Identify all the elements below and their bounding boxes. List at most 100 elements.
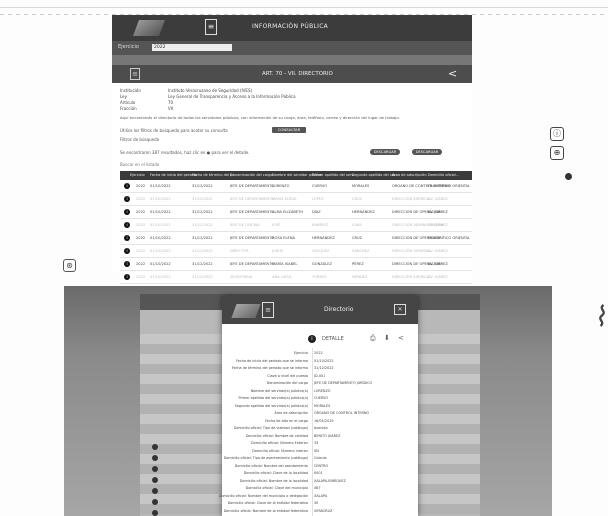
detail-key: Segundo apellido del servidor(a) público… <box>234 403 308 408</box>
row-detail-icon[interactable]: i <box>124 222 130 228</box>
table-row[interactable]: i 2022 01/10/2022 31/12/2022 SECRETARIA ANA L… <box>120 271 472 284</box>
table-cell: VÁZQUEZ <box>312 249 330 253</box>
table-cell: 31/12/2022 <box>192 249 213 253</box>
detail-key: Ejercicio <box>293 351 308 355</box>
row-detail-icon[interactable]: i <box>124 248 130 254</box>
year-select[interactable]: 2022 <box>152 44 232 51</box>
share-icon[interactable]: < <box>448 67 457 80</box>
table-cell: DÍAZ <box>312 210 321 214</box>
detail-value: JEFE DE DEPARTAMENTO JURÍDICO <box>314 381 373 385</box>
row-detail-icon[interactable]: i <box>124 274 130 280</box>
detail-row: Domicilio oficial: Nombre del municipio … <box>219 493 418 500</box>
detail-key: Nombre del servidor(a) público(a) <box>250 388 308 393</box>
detail-row: Domicilio oficial: Clave de la entidad f… <box>222 500 418 507</box>
table-cell: 2022 <box>136 249 146 253</box>
meta-value: Instituto Veracruzano de Seguridad (IVES… <box>168 88 253 93</box>
table-cell: 01/10/2022 <box>150 223 171 227</box>
accessibility-button[interactable]: ⊛ <box>63 259 76 272</box>
table-cell: JEFE DE DEPARTAMENTO <box>230 210 275 214</box>
detail-key: Primer apellido del servidor(a) público(… <box>238 396 308 400</box>
table-cell: DIRECCIÓN JURÍDICA <box>392 197 430 201</box>
table-cell: JEFE DE DEPARTAMENTO <box>230 236 275 240</box>
column-header[interactable]: Denominación del cargo <box>230 173 273 177</box>
detail-key: Domicilio oficial: Clave de la localidad <box>243 471 308 475</box>
close-icon[interactable]: ✕ <box>394 304 406 315</box>
top-rule <box>0 7 608 8</box>
table-cell: CRUZ <box>352 197 363 201</box>
detail-row: Domicilio oficial: Número Exterior 33 <box>222 440 418 447</box>
row-detail-icon[interactable]: i <box>124 261 130 267</box>
consult-button[interactable]: CONSULTAR <box>272 127 306 133</box>
row-detail-icon[interactable]: i <box>124 209 130 215</box>
row-detail-icon[interactable]: i <box>124 183 130 189</box>
banner-strip <box>112 55 472 65</box>
download-button-2[interactable]: DESCARGAR <box>412 149 442 155</box>
table-cell: JEFE DE DEPARTAMENTO <box>230 262 275 266</box>
print-icon[interactable]: ⎙ <box>370 334 376 343</box>
column-header[interactable]: Primer apellido del serv... <box>312 173 357 177</box>
share-icon-modal[interactable]: < <box>398 334 404 342</box>
results-count: Se encontraron 387 resultados, haz clic … <box>120 150 250 155</box>
table-cell: JEFE DE DEPARTAMENTO <box>230 197 275 201</box>
table-cell: LÓPEZ <box>312 197 324 201</box>
table-row[interactable]: i 2022 01/10/2022 31/12/2022 JEFE DE DEPARTA… <box>120 193 472 206</box>
detail-row: Área de adscripción ÓRGANO DE CONTROL INT… <box>222 410 418 417</box>
info-button[interactable]: ⓘ <box>550 127 564 141</box>
search-label[interactable]: Buscar en el listado <box>120 162 159 167</box>
table-cell: CRUZ <box>352 236 363 240</box>
detail-label: DETALLE <box>322 336 344 342</box>
meta-key: Ley <box>120 94 127 99</box>
table-cell: 01/10/2022 <box>150 262 171 266</box>
table-row[interactable]: i 2022 01/10/2022 31/12/2022 JEFE DE DEPARTA… <box>120 258 472 271</box>
detail-row: Domicilio oficial: Clave de la localidad… <box>222 470 418 477</box>
detail-key: Domicilio oficial: Nombre de la localida… <box>239 478 308 483</box>
detail-value: LORENZO <box>314 388 331 393</box>
column-header[interactable]: Ejercicio <box>130 173 145 177</box>
meta-value: VII <box>168 106 174 111</box>
detail-value: 087 <box>314 486 321 490</box>
detail-key: Domicilio oficial: Nombre de vialidad <box>245 433 308 438</box>
column-header[interactable]: Domicilio oficial... <box>428 173 459 177</box>
table-cell: DIRECCIÓN JURÍDICA <box>392 275 430 279</box>
download-icon[interactable]: ⬇ <box>384 334 390 342</box>
table-cell: JOSÉ <box>272 223 281 227</box>
detail-row: Ejercicio 2022 <box>222 350 418 357</box>
table-row[interactable]: i 2022 01/10/2022 31/12/2022 DIRECTOR JORGE VÁ… <box>120 245 472 258</box>
detail-value: Avenida <box>314 426 328 430</box>
dimmed-row-icon <box>152 499 158 505</box>
table-cell: ANA LUISA <box>272 275 292 279</box>
detail-key: Fecha de inicio del periodo que se infor… <box>235 358 308 363</box>
detail-modal: ≡ Directorio ✕ i DETALLE ⎙ ⬇ < Ejercicio… <box>219 296 418 516</box>
detail-key: Denominación del cargo <box>266 381 308 385</box>
document-icon[interactable]: ≡ <box>205 19 217 35</box>
table-cell: AV. JUÁREZ <box>428 275 448 279</box>
detail-key: Fecha de alta en el cargo <box>265 418 308 423</box>
row-detail-icon[interactable]: i <box>124 235 130 241</box>
table-cell: AV. JUÁREZ <box>428 210 448 214</box>
table-cell: 01/10/2022 <box>150 275 171 279</box>
column-header[interactable]: Fecha de inicio del periodo <box>150 173 197 177</box>
scroll-dot[interactable] <box>565 173 572 180</box>
table-row[interactable]: i 2022 01/10/2022 31/12/2022 JEFE DE OFICINA… <box>120 219 472 232</box>
row-detail-icon[interactable]: i <box>124 196 130 202</box>
zoom-button[interactable]: ⊕ <box>550 146 564 160</box>
table-row[interactable]: i 2022 01/10/2022 31/12/2022 JEFE DE DEPARTA… <box>120 232 472 245</box>
column-header[interactable]: Área de adscripción <box>392 173 427 177</box>
table-cell: 2022 <box>136 184 146 188</box>
year-selector-bar: Ejercicio 2022 <box>112 41 472 55</box>
modal-document-icon: ≡ <box>262 302 274 318</box>
detail-row: Domicilio oficial: Tipo de asentamiento … <box>222 455 418 462</box>
modal-title: Directorio <box>324 306 354 313</box>
detail-value: 0001 <box>314 471 323 475</box>
table-row[interactable]: i 2022 01/10/2022 31/12/2022 JEFE DE DEPARTA… <box>120 180 472 193</box>
detail-key: Domicilio oficial: Nombre del asentamien… <box>234 463 308 468</box>
table-cell: MARÍA ELENA <box>272 197 297 201</box>
download-button-1[interactable]: DESCARGAR <box>370 149 400 155</box>
institution-logo <box>133 20 165 36</box>
table-cell: DIRECTOR <box>230 249 249 253</box>
table-row[interactable]: i 2022 01/10/2022 31/12/2022 JEFE DE DEPARTA… <box>120 206 472 219</box>
detail-row: Fecha de alta en el cargo 16/01/2019 <box>222 418 418 425</box>
filters-toggle[interactable]: Filtros de búsqueda <box>120 137 159 142</box>
table-cell: 31/12/2022 <box>192 197 213 201</box>
detail-row: Domicilio oficial: Nombre de vialidad BEN… <box>222 433 418 440</box>
